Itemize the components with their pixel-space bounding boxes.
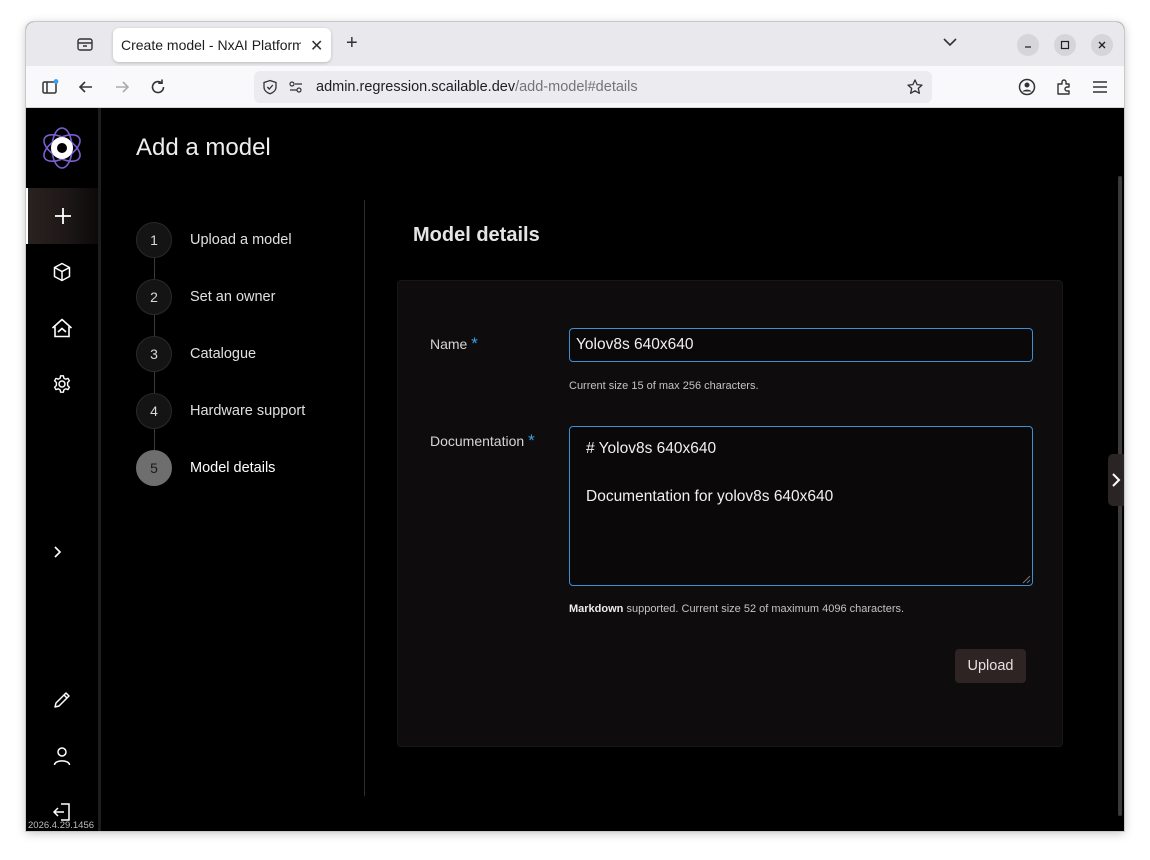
nxai-logo-icon[interactable] [40,126,84,170]
chevron-right-icon [1112,473,1121,487]
user-icon [53,747,71,766]
bookmark-star-icon[interactable] [906,78,924,96]
app-version: 2026.4.29.1456 [28,820,95,831]
app-content: 2026.4.29.1456 Add a model 1 Upload a mo… [26,108,1124,831]
step-number: 2 [136,279,172,315]
step-number: 5 [136,450,172,486]
gear-icon [53,375,71,393]
page-title: Add a model [136,134,271,161]
sidebar-item-add[interactable] [26,188,98,244]
chevron-down-icon[interactable] [942,34,958,50]
documentation-label-text: Documentation [430,433,525,449]
navigation-bar: admin.regression.scailable.dev/add-model… [26,66,1124,108]
tab-title: Create model - NxAI Platform [121,37,301,53]
name-input[interactable] [569,328,1033,362]
step-number: 1 [136,222,172,258]
chevron-right-icon [54,546,62,558]
markdown-label: Markdown [569,603,624,615]
step-set-owner[interactable]: 2 Set an owner [136,279,376,315]
forward-arrow-icon[interactable] [113,78,131,96]
name-label: Name * [430,334,478,354]
step-label: Set an owner [190,289,276,305]
url-text[interactable]: admin.regression.scailable.dev/add-model… [316,79,638,95]
step-upload-model[interactable]: 1 Upload a model [136,222,376,258]
minimize-button[interactable] [1017,34,1039,56]
browser-window: Create model - NxAI Platform ✕ + admin.r… [26,22,1124,831]
drawer-toggle-button[interactable] [1108,454,1124,506]
model-details-card: Name * Current size 15 of max 256 charac… [397,280,1063,747]
step-number: 3 [136,336,172,372]
menu-hamburger-icon[interactable] [1091,78,1109,96]
url-path: /add-model#details [515,79,638,95]
sidebar: 2026.4.29.1456 [26,108,101,831]
tab-close-icon[interactable]: ✕ [310,36,323,56]
step-catalogue[interactable]: 3 Catalogue [136,336,376,372]
browser-tab[interactable]: Create model - NxAI Platform ✕ [113,28,331,62]
account-circle-icon[interactable] [1018,78,1036,96]
sidebar-item-home[interactable] [26,300,98,356]
maximize-icon [1060,40,1070,50]
maximize-button[interactable] [1054,34,1076,56]
sidebar-item-models[interactable] [26,244,98,300]
extensions-icon[interactable] [1055,78,1073,96]
step-label: Upload a model [190,232,292,248]
sidebar-toggle-icon[interactable] [41,78,59,96]
documentation-textarea[interactable] [569,426,1033,586]
section-title: Model details [413,224,540,246]
close-window-button[interactable] [1091,34,1113,56]
sidebar-expand-button[interactable] [26,524,98,580]
name-label-text: Name [430,336,468,352]
pencil-icon [54,692,70,708]
step-label: Hardware support [190,403,306,419]
back-arrow-icon[interactable] [77,78,95,96]
documentation-help-text: Markdown supported. Current size 52 of m… [569,603,904,615]
documentation-label: Documentation * [430,431,535,451]
step-label: Model details [190,460,276,476]
sidebar-item-account[interactable] [26,728,98,784]
url-host: admin.regression.scailable.dev [316,79,516,95]
logout-icon [52,803,70,821]
step-model-details[interactable]: 5 Model details [136,450,376,486]
sidebar-item-settings[interactable] [26,356,98,412]
step-label: Catalogue [190,346,257,362]
name-help-text: Current size 15 of max 256 characters. [569,380,759,392]
home-icon [51,318,73,338]
shield-icon[interactable] [262,79,278,95]
minimize-icon [1025,46,1031,48]
plus-icon [55,208,71,224]
step-hardware-support[interactable]: 4 Hardware support [136,393,376,429]
sidebar-item-edit[interactable] [26,672,98,728]
permissions-icon[interactable] [288,80,304,94]
required-marker: * [528,431,535,450]
documentation-size-text: supported. Current size 52 of maximum 40… [623,603,905,615]
new-tab-button[interactable]: + [346,33,358,53]
cube-icon [53,262,71,282]
step-number: 4 [136,393,172,429]
resize-grip-icon[interactable] [1022,575,1031,584]
upload-button[interactable]: Upload [955,649,1026,683]
tab-list-icon[interactable] [76,35,94,53]
close-icon [1098,41,1106,49]
required-marker: * [471,334,478,353]
content-divider [364,200,365,796]
url-bar[interactable]: admin.regression.scailable.dev/add-model… [254,71,932,103]
tab-bar: Create model - NxAI Platform ✕ + [26,22,1124,66]
reload-icon[interactable] [149,78,167,96]
